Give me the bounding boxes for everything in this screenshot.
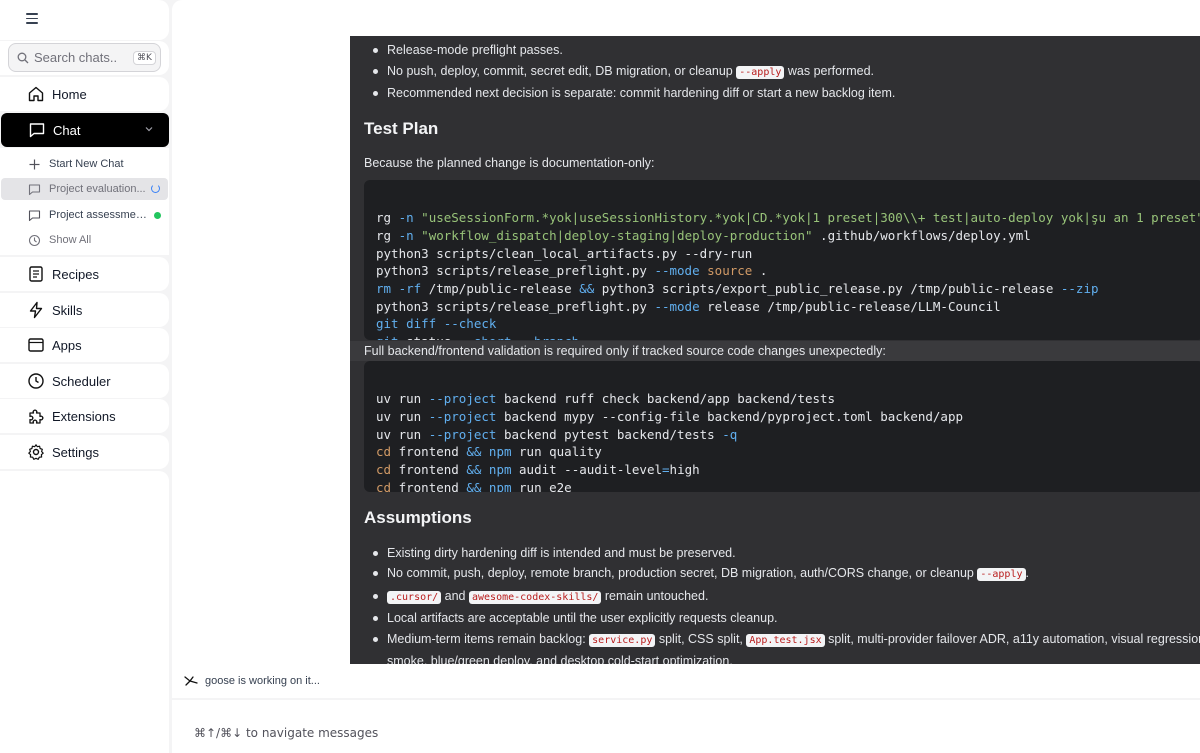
- sidebar-item-skills[interactable]: Skills: [0, 293, 169, 327]
- sidebar-item-label: Recipes: [52, 266, 99, 282]
- sidebar-item-label: Home: [52, 86, 87, 102]
- list-item: .cursor/ and awesome-codex-skills/ remai…: [364, 586, 1200, 609]
- sidebar-item-scheduler[interactable]: Scheduler: [0, 364, 169, 398]
- sidebar-item-label: Extensions: [52, 408, 116, 424]
- show-all-button[interactable]: Show All: [1, 229, 168, 251]
- chat-session-title: Project assessmen...: [49, 209, 149, 221]
- new-chat-label: Start New Chat: [49, 158, 124, 170]
- search-shortcut-badge: ⌘K: [133, 50, 156, 65]
- inline-code: --apply: [977, 568, 1026, 581]
- sidebar-item-label: Apps: [52, 337, 82, 353]
- history-icon: [28, 234, 41, 247]
- sidebar-empty-area: [0, 471, 169, 753]
- inline-code: .cursor/: [387, 590, 442, 604]
- agent-status-text: goose is working on it...: [205, 675, 320, 687]
- sidebar-item-apps[interactable]: Apps: [0, 328, 169, 362]
- list-item: Release-mode preflight passes.: [364, 40, 1200, 61]
- goose-icon: [184, 676, 198, 686]
- inline-code: service.py: [589, 633, 656, 647]
- puzzle-icon: [27, 407, 45, 425]
- chat-submenu: Start New Chat Project evaluation... Pro…: [0, 148, 169, 255]
- lightning-icon: [27, 301, 45, 319]
- code-block[interactable]: rg -n "useSessionForm.*yok|useSessionHis…: [364, 179, 1200, 340]
- show-all-label: Show All: [49, 234, 92, 246]
- code-block[interactable]: uv run --project backend ruff check back…: [364, 360, 1200, 492]
- list-item: No push, deploy, commit, secret edit, DB…: [364, 61, 1200, 84]
- recipe-icon: [27, 265, 45, 283]
- list-item: No commit, push, deploy, remote branch, …: [364, 563, 1200, 586]
- agent-status: goose is working on it...: [184, 675, 320, 687]
- loading-spinner-icon: [151, 184, 160, 193]
- chat-footer: ⌘↑/⌘↓ to navigate messages: [172, 700, 1200, 753]
- start-new-chat-button[interactable]: Start New Chat: [1, 153, 168, 175]
- chat-main: Release-mode preflight passes. No push, …: [172, 0, 1200, 698]
- home-icon: [27, 85, 45, 103]
- sidebar: ⌘K Home Chat Start New Chat Project eval…: [0, 0, 170, 753]
- inline-code: awesome-codex-skills/: [468, 590, 602, 604]
- search-icon: [17, 52, 29, 63]
- sidebar-item-chat[interactable]: Chat: [1, 113, 169, 147]
- sidebar-item-settings[interactable]: Settings: [0, 435, 169, 469]
- search-area: ⌘K: [0, 41, 169, 75]
- chat-session-item[interactable]: Project assessmen...: [1, 204, 168, 226]
- chat-icon: [28, 121, 46, 139]
- sidebar-item-label: Settings: [52, 444, 99, 460]
- sidebar-item-recipes[interactable]: Recipes: [0, 257, 169, 291]
- search-input[interactable]: [34, 50, 130, 65]
- list-item: Medium-term items remain backlog: servic…: [364, 629, 1200, 664]
- navigation-hint: ⌘↑/⌘↓ to navigate messages: [194, 726, 379, 740]
- validation-note: Full backend/frontend validation is requ…: [350, 340, 1200, 361]
- test-plan-heading: Test Plan: [364, 118, 439, 138]
- app-window-icon: [27, 336, 45, 354]
- assumptions-heading: Assumptions: [364, 507, 472, 527]
- inline-code: App.test.jsx: [746, 633, 825, 647]
- inline-code: --apply: [736, 65, 785, 79]
- list-item: Existing dirty hardening diff is intende…: [364, 543, 1200, 564]
- chevron-down-icon[interactable]: [145, 125, 153, 133]
- active-status-dot: [154, 212, 161, 219]
- plus-icon: [28, 158, 41, 171]
- chat-session-item[interactable]: Project evaluation...: [1, 178, 168, 200]
- list-item: Local artifacts are acceptable until the…: [364, 608, 1200, 629]
- chat-bubble-icon: [28, 209, 41, 222]
- sidebar-item-extensions[interactable]: Extensions: [0, 399, 169, 433]
- chat-session-title: Project evaluation...: [49, 183, 146, 195]
- sidebar-item-label: Skills: [52, 302, 83, 318]
- sidebar-item-label: Scheduler: [52, 373, 111, 389]
- search-box[interactable]: ⌘K: [8, 43, 161, 72]
- list-item: Recommended next decision is separate: c…: [364, 83, 1200, 104]
- sidebar-item-home[interactable]: Home: [0, 77, 169, 111]
- assumptions-list: Existing dirty hardening diff is intende…: [364, 543, 1200, 664]
- summary-list: Release-mode preflight passes. No push, …: [364, 40, 1200, 104]
- menu-icon[interactable]: [26, 13, 38, 25]
- assistant-message: Release-mode preflight passes. No push, …: [350, 36, 1200, 664]
- test-plan-intro: Because the planned change is documentat…: [364, 155, 655, 170]
- clock-icon: [27, 372, 45, 390]
- chat-bubble-icon: [28, 183, 41, 196]
- sidebar-item-label: Chat: [53, 122, 81, 138]
- gear-icon: [27, 443, 45, 461]
- sidebar-header: [0, 0, 169, 40]
